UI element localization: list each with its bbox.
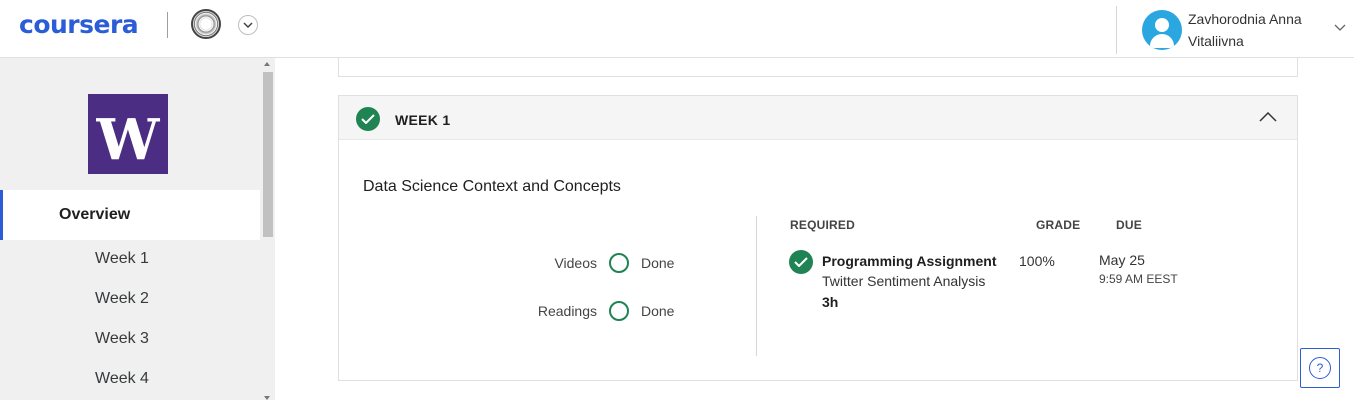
uw-logo-letter: W bbox=[96, 107, 160, 173]
university-seal-icon[interactable] bbox=[191, 9, 221, 39]
help-button[interactable]: ? bbox=[1300, 348, 1340, 388]
scroll-down-arrow-icon[interactable] bbox=[264, 396, 270, 400]
course-sidebar: W Overview Week 1 Week 2 Week 3 Week 4 bbox=[0, 58, 275, 400]
assignment-due-date: May 25 bbox=[1099, 252, 1145, 268]
week-header[interactable]: WEEK 1 bbox=[339, 96, 1297, 140]
assignment-duration: 3h bbox=[822, 294, 839, 310]
sidebar-scrollbar[interactable] bbox=[260, 58, 275, 400]
user-menu-chevron-icon[interactable] bbox=[1334, 24, 1346, 32]
assignment-passed-check-icon bbox=[789, 250, 813, 274]
previous-section-card bbox=[338, 58, 1298, 77]
progress-label-readings: Readings bbox=[537, 303, 597, 319]
chevron-up-icon[interactable] bbox=[1259, 112, 1277, 122]
done-ring-icon bbox=[609, 253, 629, 273]
top-header: coursera Zavhorodnia Anna Vitaliivna bbox=[0, 0, 1354, 58]
assignment-type[interactable]: Programming Assignment bbox=[822, 253, 997, 269]
column-header-due: DUE bbox=[1116, 218, 1142, 232]
column-header-required: REQUIRED bbox=[790, 218, 855, 232]
assignment-due-time: 9:59 AM EEST bbox=[1099, 272, 1178, 286]
university-dropdown-button[interactable] bbox=[238, 15, 258, 35]
progress-status-readings: Done bbox=[641, 303, 675, 319]
sidebar-item-week-1[interactable]: Week 1 bbox=[95, 250, 149, 268]
scroll-up-arrow-icon[interactable] bbox=[264, 62, 270, 66]
assignment-grade: 100% bbox=[1019, 253, 1055, 269]
done-ring-icon bbox=[609, 301, 629, 321]
sidebar-item-week-4[interactable]: Week 4 bbox=[95, 370, 149, 388]
university-of-washington-logo: W bbox=[88, 94, 168, 174]
sidebar-item-week-2[interactable]: Week 2 bbox=[95, 290, 149, 308]
user-avatar-icon[interactable] bbox=[1142, 10, 1182, 50]
section-divider bbox=[756, 216, 757, 356]
user-name[interactable]: Zavhorodnia Anna Vitaliivna bbox=[1188, 8, 1328, 52]
week-title: WEEK 1 bbox=[395, 112, 451, 128]
help-question-icon: ? bbox=[1309, 357, 1331, 379]
sidebar-item-week-3[interactable]: Week 3 bbox=[95, 330, 149, 348]
week-card: WEEK 1 Data Science Context and Concepts… bbox=[338, 95, 1298, 381]
scroll-thumb[interactable] bbox=[263, 72, 273, 237]
sidebar-item-overview[interactable]: Overview bbox=[0, 190, 260, 240]
column-header-grade: GRADE bbox=[1036, 218, 1081, 232]
logo-divider bbox=[167, 12, 168, 38]
module-title[interactable]: Data Science Context and Concepts bbox=[363, 178, 621, 196]
progress-status-videos: Done bbox=[641, 255, 675, 271]
progress-label-videos: Videos bbox=[554, 255, 597, 271]
header-divider bbox=[1116, 6, 1117, 54]
week-complete-check-icon bbox=[356, 107, 380, 131]
coursera-logo[interactable]: coursera bbox=[19, 10, 139, 39]
assignment-name[interactable]: Twitter Sentiment Analysis bbox=[822, 273, 985, 289]
chevron-down-icon bbox=[243, 22, 253, 28]
